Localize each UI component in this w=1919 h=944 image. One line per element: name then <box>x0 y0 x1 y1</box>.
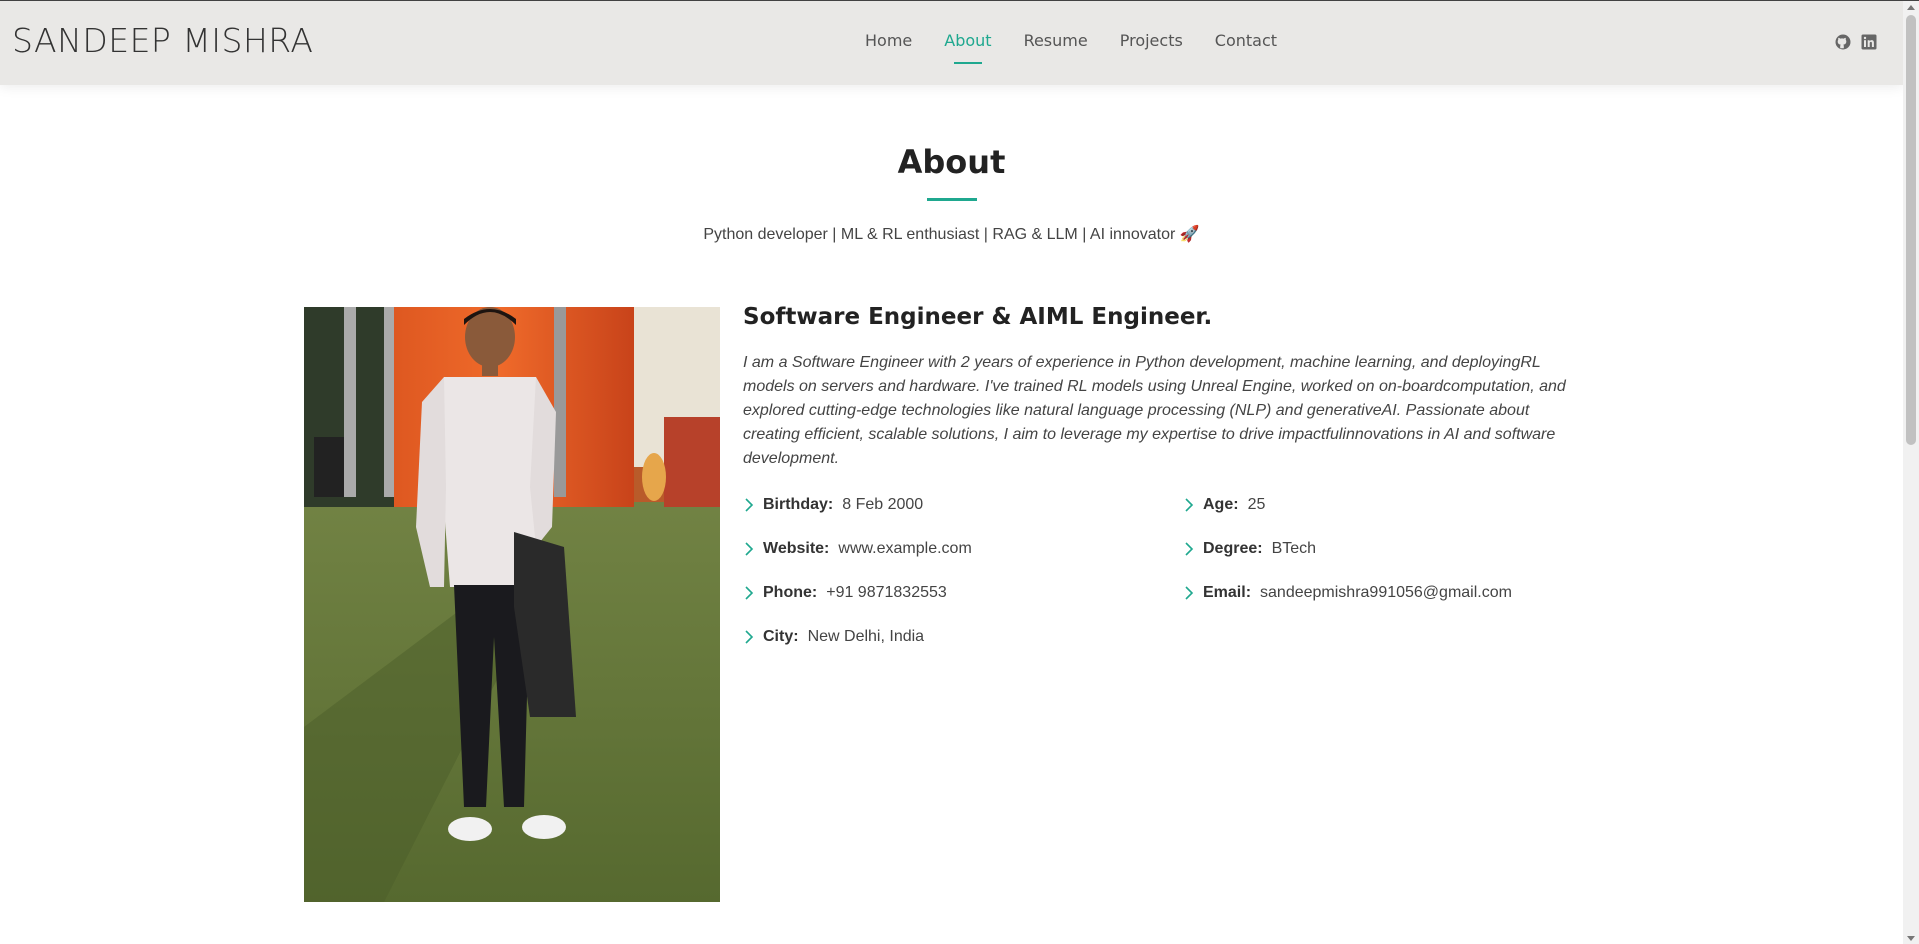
chevron-right-icon <box>743 629 755 645</box>
chevron-right-icon <box>743 541 755 557</box>
about-bio: I am a Software Engineer with 2 years of… <box>743 354 1566 467</box>
site-logo[interactable]: SANDEEP MISHRA <box>12 21 313 60</box>
chevron-right-icon <box>743 585 755 601</box>
fact-label: City: <box>763 628 799 645</box>
fact-value[interactable]: www.example.com <box>838 540 971 558</box>
scrollbar-thumb[interactable] <box>1906 15 1916 445</box>
fact-label: Birthday: <box>763 496 834 513</box>
social-links <box>1834 33 1877 50</box>
fact-city: City: New Delhi, India <box>743 627 924 647</box>
fact-label: Email: <box>1203 584 1252 601</box>
page-scrollbar[interactable] <box>1903 1 1919 944</box>
fact-value[interactable]: sandeepmishra991056@gmail.com <box>1260 584 1512 602</box>
fact-birthday: Birthday: 8 Feb 2000 <box>743 495 923 515</box>
title-underline <box>927 198 977 201</box>
section-title: About <box>897 143 1006 181</box>
nav-about[interactable]: About <box>944 31 992 64</box>
fact-email: Email: sandeepmishra991056@gmail.com <box>1183 583 1512 603</box>
facts-list: Birthday: 8 Feb 2000 Age: 25 Website: ww… <box>743 495 1588 665</box>
fact-value: New Delhi, India <box>807 628 925 645</box>
nav-resume[interactable]: Resume <box>1024 31 1088 58</box>
nav-contact[interactable]: Contact <box>1215 31 1277 58</box>
fact-value: 25 <box>1247 496 1266 513</box>
fact-age: Age: 25 <box>1183 495 1265 515</box>
scroll-down-icon[interactable] <box>1907 936 1915 941</box>
fact-value: 8 Feb 2000 <box>842 496 924 513</box>
fact-phone: Phone: +91 9871832553 <box>743 583 947 603</box>
chevron-right-icon <box>743 497 755 513</box>
nav-home[interactable]: Home <box>865 31 912 58</box>
about-content: Software Engineer & AIML Engineer. I am … <box>743 304 1588 665</box>
fact-label: Age: <box>1203 496 1239 513</box>
fact-label: Phone: <box>763 584 818 601</box>
fact-value: +91 9871832553 <box>826 584 947 601</box>
github-icon[interactable] <box>1834 33 1851 50</box>
chevron-right-icon <box>1183 541 1195 557</box>
chevron-right-icon <box>1183 497 1195 513</box>
main-nav: Home About Resume Projects Contact <box>865 31 1277 64</box>
about-heading: Software Engineer & AIML Engineer. <box>743 304 1213 330</box>
site-header: SANDEEP MISHRA Home About Resume Project… <box>0 1 1903 85</box>
nav-projects[interactable]: Projects <box>1120 31 1183 58</box>
fact-label: Degree: <box>1203 540 1263 557</box>
profile-photo <box>304 307 720 902</box>
linkedin-icon[interactable] <box>1860 33 1877 50</box>
chevron-right-icon <box>1183 585 1195 601</box>
section-subtitle: Python developer | ML & RL enthusiast | … <box>703 226 1200 243</box>
fact-degree: Degree: BTech <box>1183 539 1316 559</box>
page: SANDEEP MISHRA Home About Resume Project… <box>0 0 1919 944</box>
fact-value: BTech <box>1271 540 1317 557</box>
scroll-up-icon[interactable] <box>1907 5 1915 10</box>
fact-label: Website: <box>763 540 830 557</box>
fact-website: Website: www.example.com <box>743 539 972 559</box>
